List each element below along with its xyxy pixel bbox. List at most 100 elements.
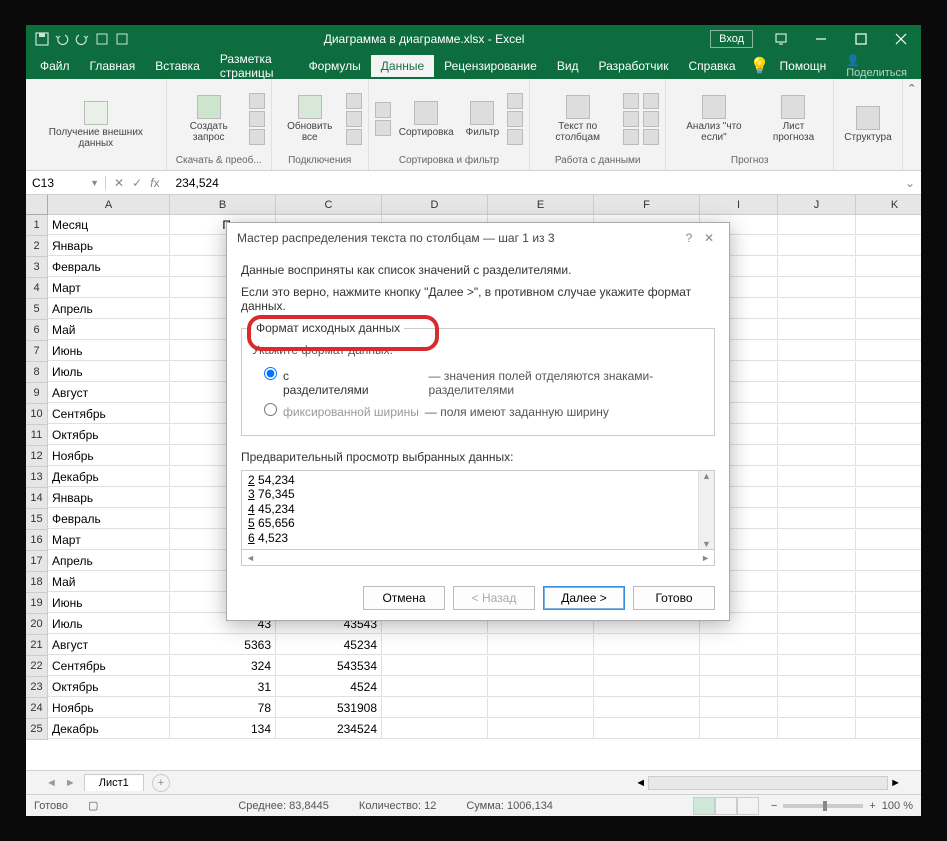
outline-button[interactable]: Структура [840,104,895,145]
query-icon-3[interactable] [249,129,265,145]
undo-icon[interactable] [54,31,70,47]
row-header[interactable]: 3 [26,257,48,278]
minimize-icon[interactable] [801,25,841,53]
data-icon-6[interactable] [643,129,659,145]
sheet-tab-active[interactable]: Лист1 [84,774,144,791]
query-icon-2[interactable] [249,111,265,127]
col-header[interactable]: B [170,195,276,215]
signin-button[interactable]: Вход [710,30,753,48]
row-header[interactable]: 22 [26,656,48,677]
text-to-columns-button[interactable]: Текст по столбцам [536,93,619,145]
row-header[interactable]: 4 [26,278,48,299]
view-page-break-icon[interactable] [737,797,759,815]
row-header[interactable]: 6 [26,320,48,341]
name-box[interactable]: C13▼ [26,176,106,190]
col-header[interactable]: C [276,195,382,215]
save-icon[interactable] [34,31,50,47]
row-header[interactable]: 15 [26,509,48,530]
row-header[interactable]: 23 [26,677,48,698]
finish-button[interactable]: Готово [633,586,715,610]
data-icon-3[interactable] [623,129,639,145]
qat-icon-4[interactable] [94,31,110,47]
data-icon-4[interactable] [643,93,659,109]
row-header[interactable]: 16 [26,530,48,551]
sort-za-icon[interactable] [375,120,391,136]
cancel-button[interactable]: Отмена [363,586,445,610]
row-header[interactable]: 7 [26,341,48,362]
get-external-data-button[interactable]: Получение внешних данных [32,99,160,151]
view-normal-icon[interactable] [693,797,715,815]
data-icon-2[interactable] [623,111,639,127]
what-if-button[interactable]: Анализ "что если" [672,93,756,145]
row-header[interactable]: 5 [26,299,48,320]
row-header[interactable]: 9 [26,383,48,404]
row-header[interactable]: 21 [26,635,48,656]
collapse-ribbon-icon[interactable]: ˆ [903,79,921,170]
row-header[interactable]: 13 [26,467,48,488]
refresh-all-button[interactable]: Обновить все [278,93,342,145]
tab-файл[interactable]: Файл [30,55,80,77]
row-header[interactable]: 18 [26,572,48,593]
enter-formula-icon[interactable]: ✓ [132,176,142,190]
share-button[interactable]: 👤 Поделиться [836,54,917,79]
row-header[interactable]: 12 [26,446,48,467]
row-header[interactable]: 1 [26,215,48,236]
redo-icon[interactable] [74,31,90,47]
zoom-level[interactable]: 100 % [882,800,913,812]
preview-vscroll[interactable]: ▲▼ [698,471,714,549]
row-header[interactable]: 10 [26,404,48,425]
chevron-down-icon[interactable]: ▼ [90,178,99,188]
col-header[interactable]: K [856,195,921,215]
tell-me-icon[interactable]: 💡 [750,56,770,76]
tab-вставка[interactable]: Вставка [145,55,210,77]
tab-формулы[interactable]: Формулы [299,55,371,77]
tab-вид[interactable]: Вид [547,55,589,77]
conn-icon-2[interactable] [346,111,362,127]
filter-icon-3[interactable] [507,129,523,145]
record-macro-icon[interactable]: ▢ [88,799,98,812]
col-header[interactable]: J [778,195,856,215]
ribbon-options-icon[interactable] [761,25,801,53]
view-page-layout-icon[interactable] [715,797,737,815]
radio-fixed-width[interactable] [264,403,277,416]
forecast-sheet-button[interactable]: Лист прогноза [760,93,828,145]
sheet-nav-prev-icon[interactable]: ◄ [46,777,57,789]
back-button[interactable]: < Назад [453,586,535,610]
add-sheet-button[interactable]: + [152,774,170,792]
close-icon[interactable] [881,25,921,53]
maximize-icon[interactable] [841,25,881,53]
radio-delimited[interactable] [264,367,277,380]
preview-hscroll[interactable]: ◄► [241,550,715,566]
filter-icon-2[interactable] [507,111,523,127]
row-header[interactable]: 20 [26,614,48,635]
tab-рецензирование[interactable]: Рецензирование [434,55,547,77]
tab-разработчик[interactable]: Разработчик [589,55,679,77]
row-header[interactable]: 25 [26,719,48,740]
data-icon-5[interactable] [643,111,659,127]
row-header[interactable]: 14 [26,488,48,509]
new-query-button[interactable]: Создать запрос [173,93,245,145]
expand-formula-icon[interactable]: ⌄ [899,176,921,190]
row-header[interactable]: 19 [26,593,48,614]
fx-icon[interactable]: fx [150,176,159,190]
conn-icon-3[interactable] [346,129,362,145]
qat-icon-5[interactable] [114,31,130,47]
query-icon-1[interactable] [249,93,265,109]
next-button[interactable]: Далее > [543,586,625,610]
tab-данные[interactable]: Данные [371,55,434,77]
formula-input[interactable]: 234,524 [167,176,898,190]
col-header[interactable]: E [488,195,594,215]
conn-icon-1[interactable] [346,93,362,109]
zoom-in-icon[interactable]: + [869,800,875,812]
row-header[interactable]: 24 [26,698,48,719]
data-icon-1[interactable] [623,93,639,109]
col-header[interactable]: A [48,195,170,215]
col-header[interactable]: I [700,195,778,215]
tab-главная[interactable]: Главная [80,55,146,77]
row-header[interactable]: 8 [26,362,48,383]
scroll-left-icon[interactable]: ◄ [635,777,646,789]
zoom-out-icon[interactable]: − [771,800,777,812]
zoom-slider[interactable] [783,804,863,808]
row-header[interactable]: 17 [26,551,48,572]
filter-icon-1[interactable] [507,93,523,109]
